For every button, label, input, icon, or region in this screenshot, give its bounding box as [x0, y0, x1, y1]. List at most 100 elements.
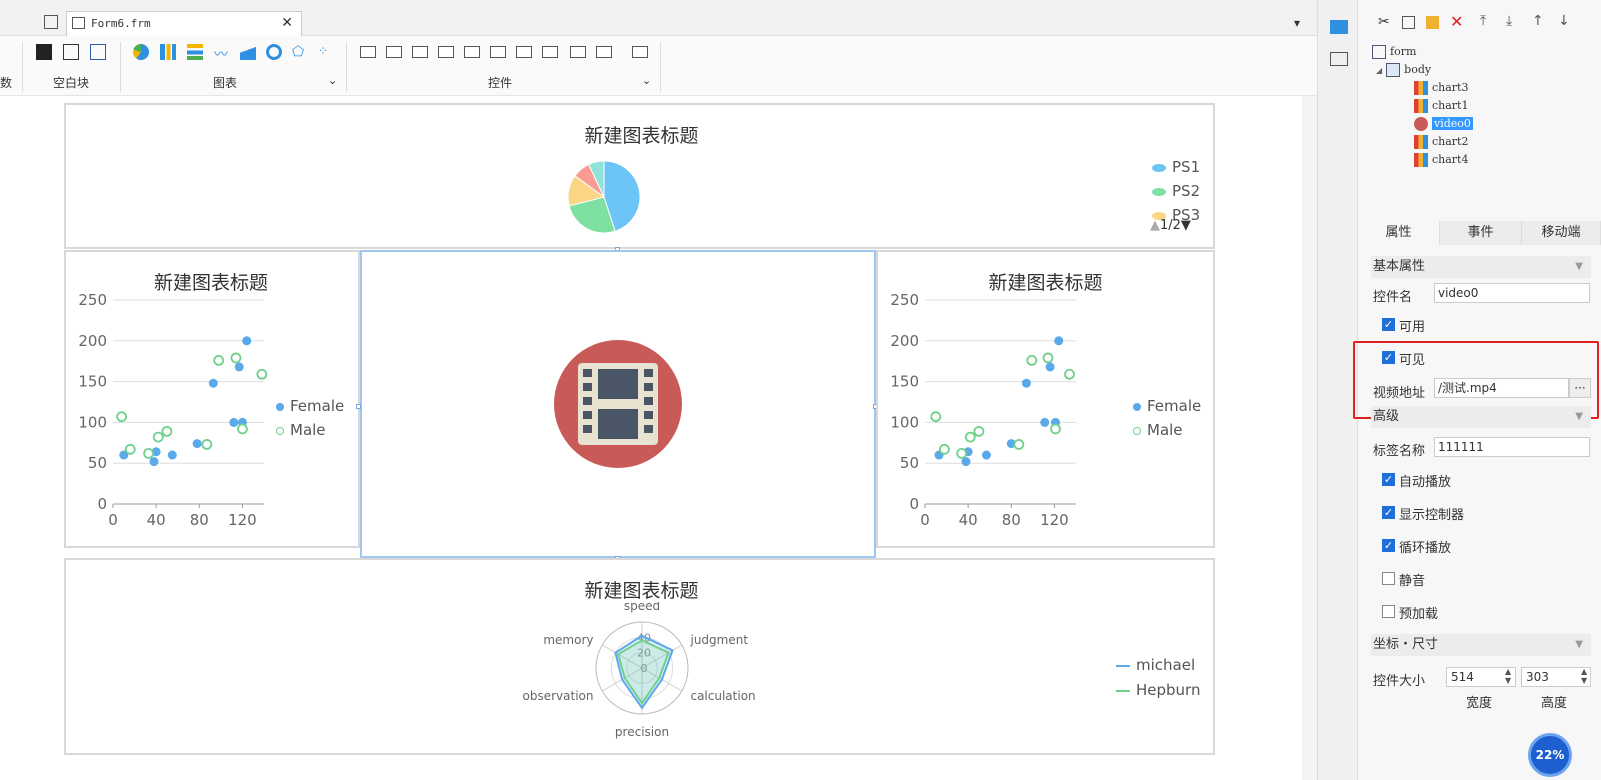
x-tick-label: 0	[108, 511, 118, 529]
tree-item-body[interactable]: ◢ body	[1376, 63, 1431, 77]
textarea-control-icon[interactable]	[542, 46, 558, 58]
move-top-icon[interactable]: ⤒	[1480, 13, 1486, 29]
legend-item-ps1[interactable]: PS1	[1152, 158, 1200, 176]
combobox-control-icon[interactable]	[438, 46, 454, 58]
vertical-scrollbar[interactable]	[1302, 96, 1317, 780]
radar-axis-label: precision	[615, 725, 669, 739]
legend-item-female[interactable]: Female	[276, 397, 344, 415]
autoplay-checkbox[interactable]: ✓	[1382, 473, 1395, 486]
scatter-point-male	[256, 368, 268, 380]
legend-item-ps2[interactable]: PS2	[1152, 182, 1200, 200]
scatter-point-female	[1054, 336, 1064, 346]
x-tick-label: 120	[228, 511, 257, 529]
pie-chart-icon[interactable]	[133, 44, 149, 60]
stepper-arrows-icon[interactable]: ▲ ▼	[1581, 667, 1587, 685]
calendar-control-icon[interactable]	[490, 46, 506, 58]
tab-form6[interactable]: Form6.frm ✕	[66, 11, 302, 36]
block-icon[interactable]	[36, 44, 52, 60]
enabled-checkbox[interactable]: ✓	[1382, 318, 1395, 331]
grid-icon[interactable]	[44, 15, 58, 29]
textbox-control-icon[interactable]	[412, 46, 428, 58]
legend-pager[interactable]: ▲1/2▼	[1150, 218, 1191, 233]
gauge-chart-icon[interactable]	[266, 44, 282, 60]
scatter-point-female	[1045, 362, 1055, 372]
move-down-icon[interactable]: ↓	[1558, 13, 1570, 29]
scatter-point-female	[242, 336, 252, 346]
section-advanced[interactable]: 高级 ▼	[1371, 406, 1591, 428]
chart3-panel[interactable]: 新建图表标题 PS1 PS2 PS3 ▲1/2▼	[64, 103, 1215, 249]
legend-swatch	[1133, 427, 1141, 435]
divider	[660, 42, 661, 92]
search-control-icon[interactable]	[632, 46, 648, 58]
chart4-panel[interactable]: 新建图表标题 speed judgment calculation precision…	[64, 558, 1215, 755]
checkbox-control-icon[interactable]	[596, 46, 612, 58]
line-chart-icon[interactable]: 〰	[214, 44, 230, 63]
tree-item-chart2[interactable]: chart2	[1414, 135, 1468, 149]
scatter-point-male	[1064, 368, 1075, 380]
mute-checkbox[interactable]	[1382, 572, 1395, 585]
chart1-panel[interactable]: 新建图表标题 0 50 100 150 200 250 0 40 80 120 Female Ma…	[64, 250, 360, 548]
section-size[interactable]: 坐标・尺寸 ▼	[1371, 634, 1591, 656]
tree-item-form[interactable]: form	[1372, 45, 1416, 59]
block-split-icon[interactable]	[63, 44, 79, 60]
tree-item-chart4[interactable]: chart4	[1414, 153, 1468, 167]
film-strip	[578, 363, 658, 445]
move-bottom-icon[interactable]: ⤓	[1506, 13, 1512, 29]
collapse-icon[interactable]: ◢	[1376, 66, 1382, 75]
autoplay-label: 自动播放	[1399, 475, 1452, 490]
legend-swatch	[276, 427, 284, 435]
panel-control-icon[interactable]	[360, 46, 376, 58]
resize-handle[interactable]	[356, 404, 361, 409]
close-icon[interactable]: ✕	[281, 12, 293, 35]
section-basic[interactable]: 基本属性 ▼	[1371, 256, 1591, 278]
scatter-chart-icon[interactable]: ⁘	[318, 44, 334, 60]
delete-icon[interactable]: ✕	[1450, 12, 1463, 31]
pager-next-icon[interactable]: ▼	[1181, 218, 1191, 233]
loop-checkbox[interactable]: ✓	[1382, 539, 1395, 552]
tree-item-chart1[interactable]: chart1	[1414, 99, 1468, 113]
group-label-blank: 空白块	[52, 76, 89, 90]
scatter-point-male	[1042, 352, 1054, 364]
copy-icon[interactable]	[1402, 16, 1415, 29]
layout-icon[interactable]	[1330, 52, 1348, 66]
dropdown-panel-icon[interactable]	[1330, 20, 1348, 34]
scatter-point-male	[237, 423, 248, 435]
radio-control-icon[interactable]	[570, 46, 586, 58]
pager-prev-icon[interactable]: ▲	[1150, 218, 1160, 233]
bar-chart-icon[interactable]	[160, 44, 176, 60]
radar-chart-icon[interactable]: ⬠	[292, 44, 308, 60]
paste-icon[interactable]	[1426, 16, 1439, 29]
tab-properties[interactable]: 属性	[1358, 221, 1440, 245]
block-grid-icon[interactable]	[90, 44, 106, 60]
chevron-down-icon[interactable]: ⌄	[642, 74, 651, 87]
show-controls-checkbox[interactable]: ✓	[1382, 506, 1395, 519]
radar-axis-label: memory	[543, 633, 593, 647]
scatter-point-male	[152, 431, 164, 443]
video0-panel[interactable]	[360, 250, 876, 558]
area-chart-icon[interactable]	[240, 44, 256, 60]
tab-mobile[interactable]: 移动端	[1522, 221, 1601, 245]
tree-item-chart3[interactable]: chart3	[1414, 81, 1468, 95]
legend-item-hepburn[interactable]: Hepburn	[1116, 681, 1200, 699]
control-name-input[interactable]: video0	[1434, 283, 1590, 303]
tag-name-input[interactable]: 111111	[1434, 437, 1590, 457]
progress-badge[interactable]: 22%	[1528, 733, 1572, 777]
number-control-icon[interactable]	[516, 46, 532, 58]
legend-item-michael[interactable]: michael	[1116, 656, 1195, 674]
legend-item-male[interactable]: Male	[276, 421, 326, 439]
stepper-arrows-icon[interactable]: ▲ ▼	[1505, 667, 1511, 685]
cut-icon[interactable]: ✂	[1378, 14, 1390, 30]
tab-events[interactable]: 事件	[1440, 221, 1522, 245]
move-up-icon[interactable]: ↑	[1532, 13, 1544, 29]
hbar-chart-icon[interactable]	[187, 44, 203, 60]
tree-item-video0[interactable]: video0	[1414, 117, 1473, 131]
legend-item-male[interactable]: Male	[1133, 421, 1183, 439]
legend-item-female[interactable]: Female	[1133, 397, 1201, 415]
label-control-icon[interactable]	[386, 46, 402, 58]
preload-checkbox[interactable]	[1382, 605, 1395, 618]
chevron-down-icon[interactable]: ⌄	[328, 74, 337, 87]
chart2-panel[interactable]: 新建图表标题 0 50 100 150 200 250 0 40 80 120 Female Ma…	[876, 250, 1215, 548]
pin-icon[interactable]: ▾	[1294, 16, 1300, 30]
datepicker-control-icon[interactable]	[464, 46, 480, 58]
control-name-label: 控件名	[1373, 290, 1413, 305]
